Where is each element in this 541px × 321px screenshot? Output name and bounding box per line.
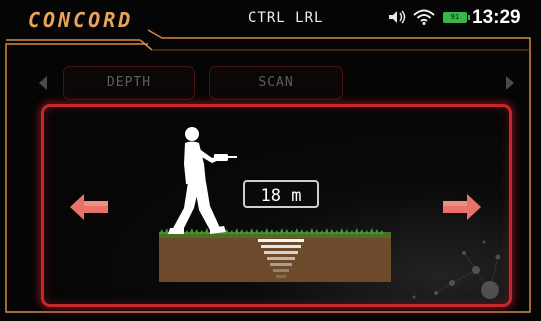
tab-prev-arrow-icon[interactable]: [38, 76, 48, 90]
brand-logo: CONCORD: [28, 8, 134, 32]
battery-icon: 91: [443, 12, 470, 23]
wifi-icon: [413, 9, 435, 25]
tab-depth[interactable]: DEPTH: [63, 66, 195, 100]
clock: 13:29: [472, 7, 521, 28]
left-arrow-icon[interactable]: [70, 194, 110, 220]
volume-icon: [389, 10, 406, 24]
tab-scan[interactable]: SCAN: [209, 66, 343, 100]
right-arrow-icon[interactable]: [441, 194, 481, 220]
depth-readout: 18 m: [243, 180, 319, 208]
tab-next-arrow-icon[interactable]: [505, 76, 515, 90]
operator-figure-icon: [168, 127, 237, 234]
mode-title: CTRL LRL: [248, 10, 324, 26]
